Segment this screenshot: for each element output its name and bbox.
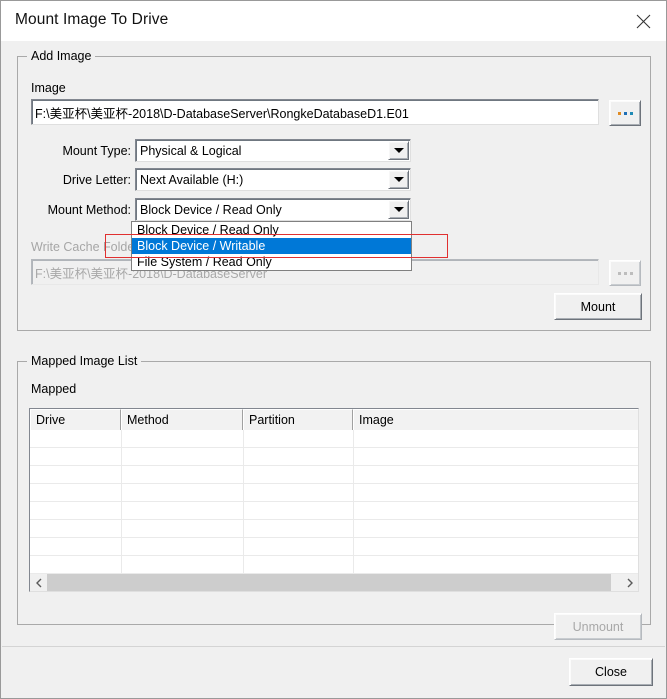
image-label: Image	[31, 81, 66, 95]
mount-method-combobox[interactable]: Block Device / Read Only	[135, 198, 411, 221]
chevron-down-icon[interactable]	[388, 200, 409, 219]
chevron-right-icon[interactable]	[621, 574, 638, 591]
title-bar: Mount Image To Drive	[1, 1, 666, 41]
image-path-input[interactable]: F:\美亚杯\美亚杯-2018\D-DatabaseServer\RongkeD…	[31, 99, 599, 125]
unmount-button: Unmount	[554, 613, 642, 640]
mount-type-label: Mount Type:	[11, 144, 131, 158]
table-body	[30, 430, 638, 580]
column-divider	[243, 430, 244, 580]
column-header-image[interactable]: Image	[353, 409, 638, 430]
dropdown-option-block-device-writable[interactable]: Block Device / Writable	[132, 238, 411, 254]
dropdown-option-file-system-read-only[interactable]: File System / Read Only	[132, 254, 411, 270]
write-cache-browse-button	[609, 260, 641, 286]
mount-image-dialog: Mount Image To Drive Add Image Image F:\…	[0, 0, 667, 699]
image-browse-button[interactable]	[609, 100, 641, 126]
dropdown-option-block-device-read-only[interactable]: Block Device / Read Only	[132, 222, 411, 238]
ellipsis-icon	[618, 272, 633, 275]
close-button[interactable]: Close	[569, 658, 653, 686]
window-title: Mount Image To Drive	[15, 11, 168, 29]
chevron-left-icon[interactable]	[30, 574, 47, 591]
close-icon	[636, 14, 651, 29]
mount-method-label: Mount Method:	[11, 203, 131, 217]
scrollbar-thumb[interactable]	[47, 574, 611, 591]
add-image-group: Add Image	[17, 56, 651, 331]
table-header-row: Drive Method Partition Image	[30, 409, 638, 430]
column-divider	[121, 430, 122, 580]
mount-type-combobox[interactable]: Physical & Logical	[135, 139, 411, 162]
scrollbar-track[interactable]	[47, 574, 621, 591]
column-divider	[353, 430, 354, 580]
drive-letter-value: Next Available (H:)	[136, 173, 388, 187]
drive-letter-label: Drive Letter:	[11, 173, 131, 187]
drive-letter-combobox[interactable]: Next Available (H:)	[135, 168, 411, 191]
mapped-image-list-group-title: Mapped Image List	[27, 354, 141, 368]
mapped-image-table[interactable]: Drive Method Partition Image	[29, 408, 639, 592]
mapped-label: Mapped	[31, 382, 76, 396]
table-horizontal-scrollbar[interactable]	[30, 574, 638, 591]
mount-method-dropdown-list[interactable]: Block Device / Read Only Block Device / …	[131, 221, 412, 271]
chevron-down-icon[interactable]	[388, 170, 409, 189]
footer-separator	[2, 646, 665, 647]
close-window-button[interactable]	[620, 1, 666, 41]
mount-type-value: Physical & Logical	[136, 144, 388, 158]
ellipsis-icon	[618, 112, 633, 115]
mount-method-value: Block Device / Read Only	[136, 203, 388, 217]
chevron-down-icon[interactable]	[388, 141, 409, 160]
add-image-group-title: Add Image	[27, 49, 95, 63]
write-cache-folder-label: Write Cache Folder	[31, 240, 138, 254]
column-header-method[interactable]: Method	[121, 409, 243, 430]
mount-button[interactable]: Mount	[554, 293, 642, 320]
column-header-partition[interactable]: Partition	[243, 409, 353, 430]
column-header-drive[interactable]: Drive	[30, 409, 121, 430]
